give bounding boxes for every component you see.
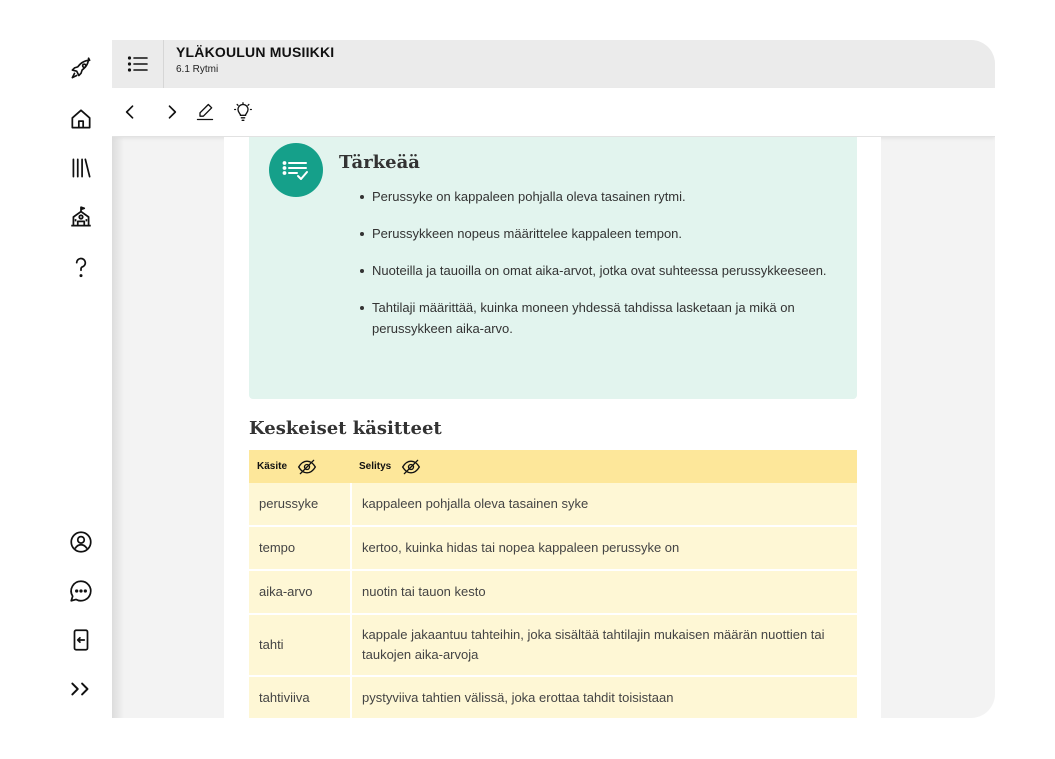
callout-bullet: Tahtilaji määrittää, kuinka moneen yhdes… [360, 297, 835, 339]
definition-cell: kappaleen pohjalla oleva tasainen syke [351, 483, 857, 527]
definition-cell: kertoo, kuinka hidas tai nopea kappaleen… [351, 526, 857, 571]
rocket-button[interactable] [62, 50, 100, 88]
table-row: perussyke kappaleen pohjalla oleva tasai… [249, 483, 857, 527]
checklist-icon [269, 143, 323, 197]
term-cell: perussyke [249, 483, 352, 527]
table-row: aika-arvo nuotin tai tauon kesto [249, 570, 857, 615]
definition-cell: pystyviiva tahtien välissä, joka erottaa… [351, 676, 857, 718]
concepts-table: Käsite Selitys perussyke kappaleen pohja… [249, 450, 857, 718]
table-header-row: Käsite Selitys [249, 450, 857, 483]
eye-off-icon[interactable] [297, 459, 317, 475]
title-block: YLÄKOULUN MUSIIKKI 6.1 Rytmi [176, 44, 334, 75]
highlighter-button[interactable] [193, 100, 217, 124]
table-row: tahtiviiva pystyviiva tahtien välissä, j… [249, 676, 857, 718]
header-definition-label: Selitys [359, 461, 392, 472]
book-title: YLÄKOULUN MUSIIKKI [176, 44, 335, 60]
lightbulb-icon [234, 102, 252, 122]
profile-button[interactable] [62, 523, 100, 561]
content-page: Tärkeää Perussyke on kappaleen pohjalla … [224, 137, 881, 718]
help-button[interactable] [62, 248, 100, 286]
logout-icon [73, 629, 89, 651]
callout-bullet: Nuoteilla ja tauoilla on omat aika-arvot… [360, 260, 835, 281]
chat-icon [70, 580, 92, 602]
rocket-icon [71, 57, 91, 79]
menu-button[interactable] [112, 40, 164, 88]
header-term: Käsite [249, 450, 351, 483]
school-icon [71, 206, 91, 227]
important-callout: Tärkeää Perussyke on kappaleen pohjalla … [249, 137, 857, 399]
expand-button[interactable] [62, 670, 100, 708]
home-icon [71, 109, 91, 129]
term-cell: tahti [249, 614, 352, 677]
left-shadow [112, 137, 124, 718]
chapter-label: 6.1 Rytmi [176, 64, 219, 75]
table-row: tahti kappale jakaantuu tahteihin, joka … [249, 614, 857, 677]
eye-off-icon[interactable] [401, 459, 421, 475]
chevron-left-icon [125, 105, 134, 119]
app-frame: YLÄKOULUN MUSIIKKI 6.1 Rytmi Tärkeää Per… [112, 40, 995, 718]
school-button[interactable] [62, 198, 100, 236]
help-icon [75, 257, 87, 278]
profile-icon [70, 531, 92, 553]
term-cell: tempo [249, 526, 352, 571]
home-button[interactable] [62, 100, 100, 138]
library-button[interactable] [62, 149, 100, 187]
icon-rail [56, 50, 106, 720]
callout-title: Tärkeää [339, 152, 420, 173]
next-button[interactable] [160, 100, 184, 124]
lightbulb-button[interactable] [231, 100, 255, 124]
logout-button[interactable] [62, 621, 100, 659]
chat-button[interactable] [62, 572, 100, 610]
callout-bullets: Perussyke on kappaleen pohjalla oleva ta… [360, 186, 835, 355]
term-cell: aika-arvo [249, 570, 352, 615]
header-term-label: Käsite [257, 461, 288, 472]
top-bar: YLÄKOULUN MUSIIKKI 6.1 Rytmi [112, 40, 995, 88]
definition-cell: nuotin tai tauon kesto [351, 570, 857, 615]
definition-cell: kappale jakaantuu tahteihin, joka sisält… [351, 614, 857, 677]
toolbar [112, 88, 995, 137]
chevron-right-icon [168, 105, 177, 119]
expand-icon [71, 682, 89, 696]
callout-bullet: Perussykkeen nopeus määrittelee kappalee… [360, 223, 835, 244]
header-definition: Selitys [351, 450, 857, 483]
list-menu-icon [127, 56, 148, 72]
section-title: Keskeiset käsitteet [249, 418, 442, 439]
highlighter-icon [196, 103, 214, 121]
previous-button[interactable] [118, 100, 142, 124]
term-cell: tahtiviiva [249, 676, 352, 718]
table-row: tempo kertoo, kuinka hidas tai nopea kap… [249, 526, 857, 571]
library-icon [72, 158, 91, 178]
callout-bullet: Perussyke on kappaleen pohjalla oleva ta… [360, 186, 835, 207]
